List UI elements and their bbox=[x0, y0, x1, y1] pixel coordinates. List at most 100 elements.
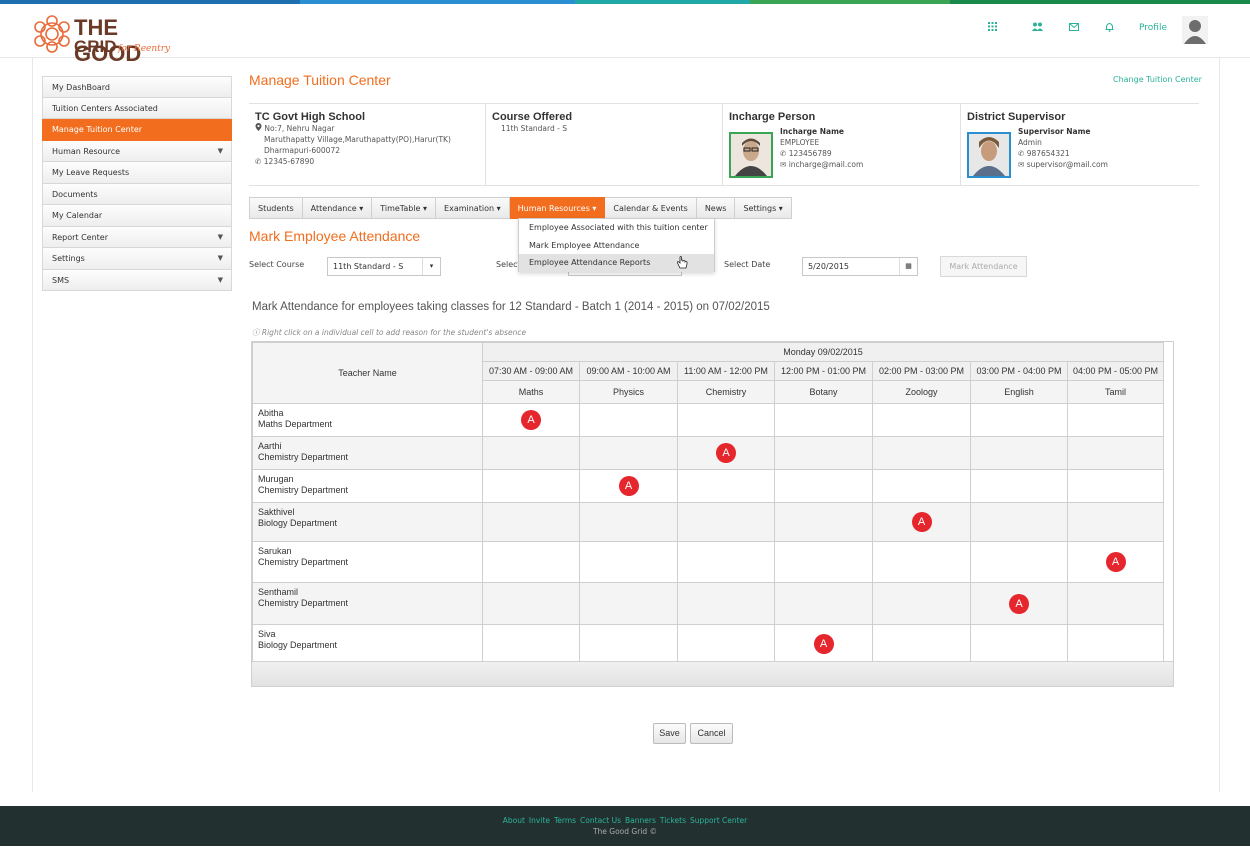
attendance-cell[interactable] bbox=[872, 469, 971, 503]
date-input[interactable]: 5/20/2015 ▦ bbox=[802, 257, 918, 276]
absent-badge[interactable]: A bbox=[813, 634, 834, 654]
tab-timetable[interactable]: TimeTable ▾ bbox=[372, 197, 437, 219]
tab-calendar-events[interactable]: Calendar & Events bbox=[605, 197, 697, 219]
attendance-cell[interactable] bbox=[872, 403, 971, 437]
incharge-email[interactable]: incharge@mail.com bbox=[789, 160, 864, 169]
attendance-cell[interactable] bbox=[872, 436, 971, 470]
course-select[interactable]: 11th Standard - S ▾ bbox=[327, 257, 441, 276]
attendance-cell[interactable] bbox=[970, 541, 1068, 583]
attendance-cell[interactable] bbox=[579, 624, 678, 664]
footer-link[interactable]: Banners bbox=[625, 816, 656, 825]
sidebar-item-documents[interactable]: Documents bbox=[42, 183, 232, 205]
user-avatar[interactable] bbox=[1182, 16, 1208, 44]
attendance-cell[interactable] bbox=[482, 502, 580, 542]
attendance-cell[interactable] bbox=[970, 403, 1068, 437]
attendance-cell[interactable] bbox=[774, 502, 873, 542]
attendance-cell[interactable] bbox=[872, 582, 971, 625]
sidebar-item-report-center[interactable]: Report Center ▼ bbox=[42, 226, 232, 248]
attendance-cell[interactable] bbox=[774, 541, 873, 583]
attendance-cell[interactable] bbox=[579, 582, 678, 625]
attendance-cell[interactable] bbox=[1067, 469, 1164, 503]
attendance-cell[interactable] bbox=[579, 502, 678, 542]
tab-settings[interactable]: Settings ▾ bbox=[735, 197, 792, 219]
tab-students[interactable]: Students bbox=[249, 197, 303, 219]
attendance-cell[interactable] bbox=[872, 541, 971, 583]
attendance-cell[interactable] bbox=[970, 469, 1068, 503]
attendance-cell[interactable]: A bbox=[970, 582, 1068, 625]
attendance-cell[interactable] bbox=[677, 582, 775, 625]
attendance-cell[interactable] bbox=[1067, 582, 1164, 625]
cancel-button[interactable]: Cancel bbox=[690, 723, 733, 744]
attendance-cell[interactable] bbox=[970, 436, 1068, 470]
attendance-cell[interactable] bbox=[1067, 624, 1164, 664]
absent-badge[interactable]: A bbox=[716, 443, 736, 463]
menu-item-employees-associated[interactable]: Employee Associated with this tuition ce… bbox=[519, 219, 714, 237]
attendance-cell[interactable] bbox=[774, 469, 873, 503]
attendance-cell[interactable]: A bbox=[677, 436, 775, 470]
menu-item-mark-employee-attendance[interactable]: Mark Employee Attendance bbox=[519, 237, 714, 255]
attendance-cell[interactable]: A bbox=[482, 403, 580, 437]
attendance-cell[interactable] bbox=[677, 469, 775, 503]
attendance-cell[interactable]: A bbox=[774, 624, 873, 664]
bell-icon[interactable] bbox=[1102, 22, 1116, 36]
footer-link[interactable]: Tickets bbox=[660, 816, 686, 825]
footer-link[interactable]: Contact Us bbox=[580, 816, 621, 825]
sidebar-item-calendar[interactable]: My Calendar bbox=[42, 205, 232, 227]
attendance-cell[interactable] bbox=[482, 582, 580, 625]
sidebar-item-leave-requests[interactable]: My Leave Requests bbox=[42, 162, 232, 184]
attendance-cell[interactable] bbox=[579, 403, 678, 437]
users-icon[interactable] bbox=[1030, 22, 1044, 36]
tab-human-resources[interactable]: Human Resources ▾ bbox=[509, 197, 606, 219]
absent-badge[interactable]: A bbox=[521, 410, 541, 430]
attendance-cell[interactable] bbox=[482, 624, 580, 664]
attendance-cell[interactable] bbox=[970, 624, 1068, 664]
attendance-cell[interactable] bbox=[774, 436, 873, 470]
footer-link[interactable]: Support Center bbox=[690, 816, 747, 825]
tab-news[interactable]: News bbox=[696, 197, 736, 219]
attendance-cell[interactable]: A bbox=[579, 469, 678, 503]
attendance-cell[interactable] bbox=[579, 541, 678, 583]
mail-icon[interactable] bbox=[1067, 22, 1081, 36]
attendance-cell[interactable] bbox=[1067, 436, 1164, 470]
sidebar-item-human-resource[interactable]: Human Resource ▼ bbox=[42, 140, 232, 162]
save-button[interactable]: Save bbox=[653, 723, 686, 744]
sidebar-item-tuition-centers[interactable]: Tuition Centers Associated bbox=[42, 97, 232, 119]
attendance-cell[interactable] bbox=[482, 436, 580, 470]
mark-attendance-button[interactable]: Mark Attendance bbox=[940, 256, 1027, 277]
attendance-cell[interactable] bbox=[579, 436, 678, 470]
sidebar-item-settings[interactable]: Settings ▼ bbox=[42, 248, 232, 270]
attendance-cell[interactable] bbox=[482, 469, 580, 503]
attendance-cell[interactable] bbox=[1067, 403, 1164, 437]
attendance-cell[interactable] bbox=[677, 403, 775, 437]
attendance-cell[interactable] bbox=[677, 502, 775, 542]
attendance-cell[interactable] bbox=[677, 624, 775, 664]
tab-label: Attendance bbox=[310, 204, 357, 213]
attendance-cell[interactable]: A bbox=[872, 502, 971, 542]
sidebar-item-sms[interactable]: SMS ▼ bbox=[42, 269, 232, 291]
footer-link[interactable]: Invite bbox=[529, 816, 550, 825]
calendar-icon[interactable]: ▦ bbox=[899, 258, 917, 275]
absent-badge[interactable]: A bbox=[618, 476, 639, 496]
footer-link[interactable]: Terms bbox=[554, 816, 576, 825]
brand-logo[interactable]: THE GOOD GRID for Reentry bbox=[32, 12, 172, 66]
apps-grid-icon[interactable] bbox=[985, 22, 999, 36]
attendance-cell[interactable] bbox=[482, 541, 580, 583]
absent-badge[interactable]: A bbox=[1009, 593, 1029, 614]
attendance-cell[interactable] bbox=[677, 541, 775, 583]
attendance-cell[interactable] bbox=[774, 582, 873, 625]
tab-examination[interactable]: Examination ▾ bbox=[436, 197, 510, 219]
sidebar-item-manage-tuition-center[interactable]: Manage Tuition Center bbox=[42, 119, 232, 141]
attendance-cell[interactable] bbox=[774, 403, 873, 437]
attendance-cell[interactable]: A bbox=[1067, 541, 1164, 583]
change-tuition-center-link[interactable]: Change Tuition Center bbox=[1113, 75, 1202, 84]
tab-attendance[interactable]: Attendance ▾ bbox=[302, 197, 373, 219]
supervisor-email[interactable]: supervisor@mail.com bbox=[1027, 160, 1108, 169]
footer-link[interactable]: About bbox=[503, 816, 525, 825]
absent-badge[interactable]: A bbox=[911, 512, 932, 532]
sidebar-item-dashboard[interactable]: My DashBoard bbox=[42, 76, 232, 98]
absent-badge[interactable]: A bbox=[1105, 552, 1126, 572]
attendance-cell[interactable] bbox=[1067, 502, 1164, 542]
profile-link[interactable]: Profile bbox=[1139, 23, 1167, 33]
attendance-cell[interactable] bbox=[872, 624, 971, 664]
attendance-cell[interactable] bbox=[970, 502, 1068, 542]
